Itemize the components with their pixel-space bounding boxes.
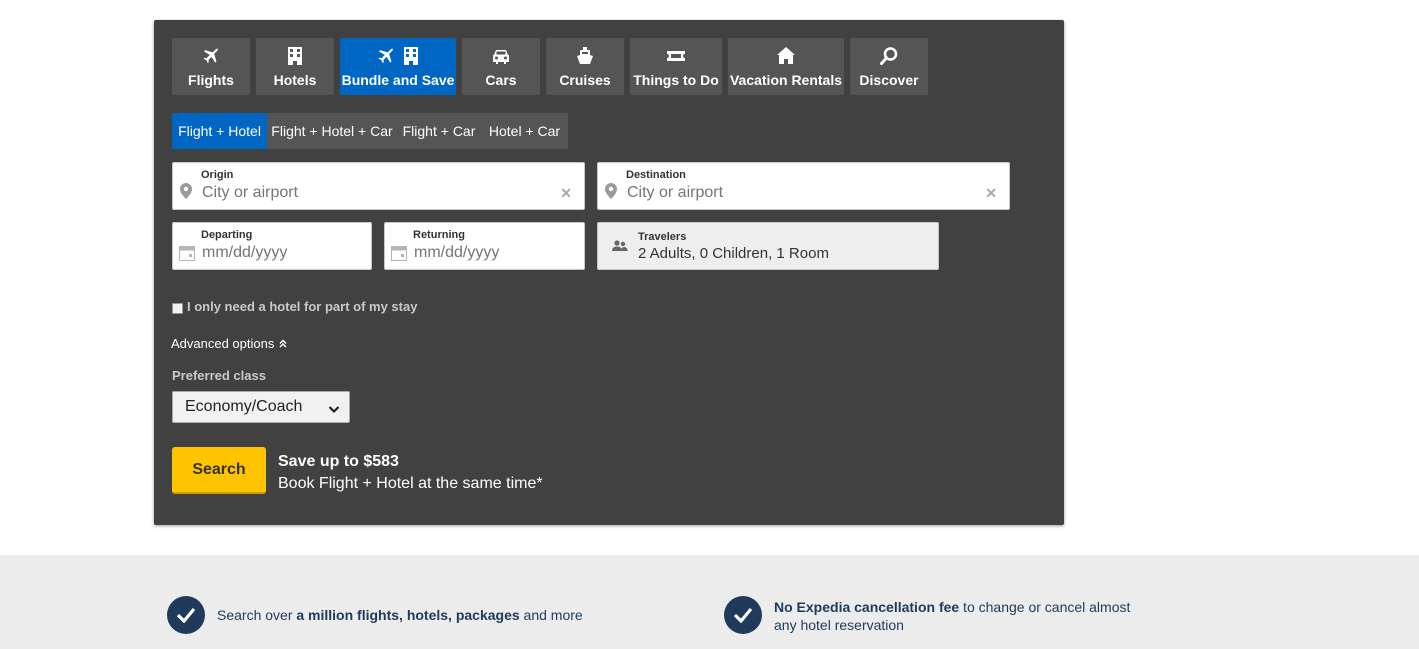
tab-things-to-do[interactable]: Things to Do: [630, 38, 722, 95]
tab-label: Flights: [188, 72, 234, 88]
tab-bundle-and-save[interactable]: Bundle and Save: [340, 38, 456, 95]
clear-icon[interactable]: ✕: [560, 185, 572, 202]
people-icon: [612, 239, 628, 257]
preferred-class-label: Preferred class: [172, 368, 266, 383]
destination-input[interactable]: [627, 184, 967, 202]
tab-label: Vacation Rentals: [729, 72, 843, 88]
tab-label: Things to Do: [633, 72, 719, 88]
tab-label: Hotels: [273, 72, 317, 88]
subtab-flight-car[interactable]: Flight + Car: [397, 113, 481, 149]
advanced-options-label: Advanced options: [171, 336, 275, 351]
checkmark-icon: [724, 596, 762, 634]
map-pin-icon: [180, 183, 192, 204]
tab-label: Discover: [859, 72, 919, 88]
double-chevron-up-icon: [279, 339, 287, 348]
calendar-icon: [391, 245, 407, 266]
destination-label: Destination: [626, 169, 686, 181]
travelers-value: 2 Adults, 0 Children, 1 Room: [638, 245, 829, 262]
search-button[interactable]: Search: [172, 447, 266, 494]
destination-field[interactable]: Destination ✕: [597, 162, 1010, 210]
departing-input[interactable]: [202, 244, 362, 262]
departing-field[interactable]: Departing: [172, 222, 372, 270]
plane-icon: [203, 48, 219, 64]
partial-stay-label: I only need a hotel for part of my stay: [187, 299, 418, 314]
savings-subtext: Book Flight + Hotel at the same time*: [278, 475, 543, 492]
magnifier-icon: [880, 47, 898, 65]
feature-text: Search over a million flights, hotels, p…: [217, 607, 583, 623]
tab-label: Cars: [485, 72, 517, 88]
preferred-class-select[interactable]: Economy/Coach: [172, 391, 350, 423]
returning-label: Returning: [413, 229, 465, 241]
search-wizard: Flights Hotels Bundle and Save Cars Crui…: [154, 20, 1064, 525]
clear-icon[interactable]: ✕: [985, 185, 997, 202]
subtab-hotel-car[interactable]: Hotel + Car: [481, 113, 568, 149]
origin-input[interactable]: [202, 184, 542, 202]
building-icon: [288, 47, 302, 65]
preferred-class-value: Economy/Coach: [185, 398, 303, 415]
feature-item: No Expedia cancellation fee to change or…: [724, 596, 1144, 634]
partial-stay-checkbox[interactable]: [172, 302, 183, 314]
tab-label: Cruises: [559, 72, 611, 88]
bundle-type-tabs: Flight + Hotel Flight + Hotel + Car Flig…: [172, 113, 568, 149]
tab-hotels[interactable]: Hotels: [256, 38, 334, 95]
tab-vacation-rentals[interactable]: Vacation Rentals: [728, 38, 844, 95]
tab-cruises[interactable]: Cruises: [546, 38, 624, 95]
house-icon: [777, 47, 795, 64]
tab-label: Bundle and Save: [341, 72, 455, 88]
travelers-button[interactable]: Travelers 2 Adults, 0 Children, 1 Room: [597, 222, 939, 270]
travelers-label: Travelers: [638, 231, 687, 243]
calendar-icon: [179, 245, 195, 266]
subtab-flight-hotel-car[interactable]: Flight + Hotel + Car: [267, 113, 397, 149]
checkmark-icon: [167, 596, 205, 634]
plane-icon: [378, 48, 394, 64]
feature-text: No Expedia cancellation fee to change or…: [774, 599, 1131, 633]
building-icon: [404, 47, 418, 65]
tab-discover[interactable]: Discover: [850, 38, 928, 95]
ticket-icon: [667, 51, 685, 61]
partial-stay-option[interactable]: I only need a hotel for part of my stay: [172, 299, 417, 314]
departing-label: Departing: [201, 229, 253, 241]
advanced-options-toggle[interactable]: Advanced options: [171, 336, 287, 351]
feature-item: Search over a million flights, hotels, p…: [167, 596, 627, 634]
origin-field[interactable]: Origin ✕: [172, 162, 585, 210]
ship-icon: [577, 47, 593, 64]
map-pin-icon: [605, 183, 617, 204]
feature-band: Search over a million flights, hotels, p…: [0, 555, 1419, 649]
tab-cars[interactable]: Cars: [462, 38, 540, 95]
tab-flights[interactable]: Flights: [172, 38, 250, 95]
savings-headline: Save up to $583: [278, 453, 399, 470]
returning-input[interactable]: [414, 244, 574, 262]
returning-field[interactable]: Returning: [384, 222, 585, 270]
car-icon: [493, 50, 509, 64]
chevron-down-icon: [328, 401, 340, 419]
origin-label: Origin: [201, 169, 234, 181]
subtab-flight-hotel[interactable]: Flight + Hotel: [172, 113, 267, 149]
